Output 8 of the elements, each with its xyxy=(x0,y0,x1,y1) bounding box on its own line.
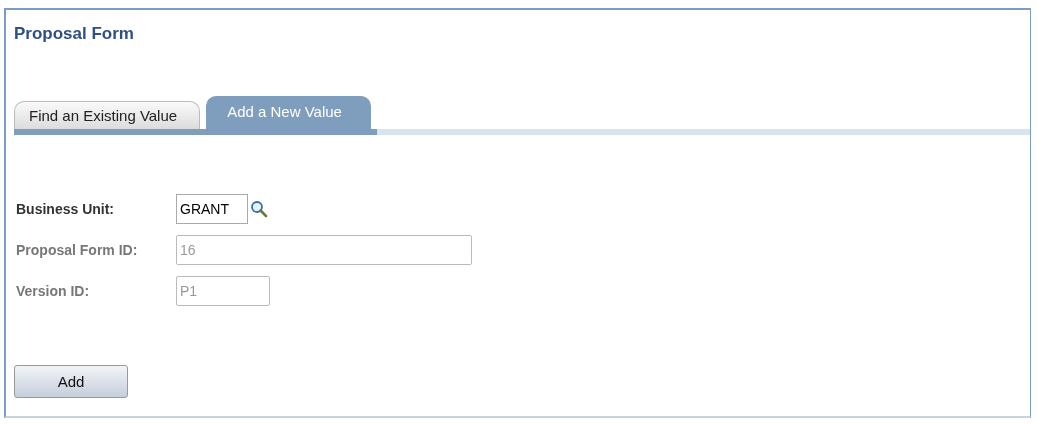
add-button[interactable]: Add xyxy=(14,365,128,398)
tab[interactable]: Find an Existing Value xyxy=(14,101,201,129)
field-label: Version ID: xyxy=(16,283,91,299)
field-label: Proposal Form ID: xyxy=(16,242,139,258)
page-title: Proposal Form xyxy=(14,24,135,44)
search-icon[interactable] xyxy=(250,200,268,218)
field-label: Business Unit: xyxy=(16,201,115,217)
input-field[interactable]: GRANT xyxy=(176,194,248,224)
